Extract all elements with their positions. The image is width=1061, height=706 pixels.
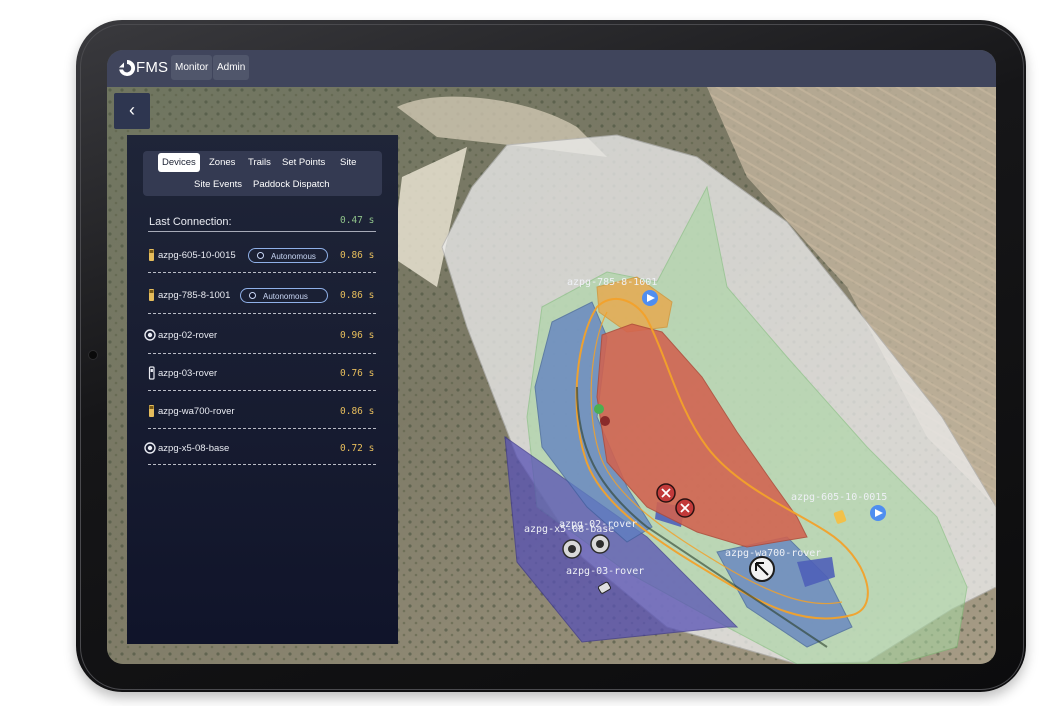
map-label-wa700: azpg-wa700-rover (725, 548, 821, 559)
top-nav-bar: FMS Monitor Admin (107, 50, 996, 87)
device-name: azpg-785-8-1001 (158, 290, 231, 301)
tab-site-events[interactable]: Site Events (194, 175, 242, 194)
device-name: azpg-605-10-0015 (158, 250, 236, 261)
device-row-785-8-1001[interactable]: azpg-785-8-1001 Autonomous 0.86 s (127, 278, 398, 316)
truck-icon (149, 289, 154, 301)
devices-panel: Devices Zones Trails Set Points Site Sit… (127, 135, 398, 644)
row-divider (148, 428, 376, 429)
map-label-rover2: azpg-02-rover (559, 519, 637, 530)
row-divider (148, 464, 376, 465)
device-latency: 0.86 s (340, 290, 375, 301)
autonomous-badge[interactable]: Autonomous (240, 288, 328, 303)
row-divider (148, 272, 376, 273)
device-name: azpg-03-rover (158, 368, 218, 379)
nav-monitor-button[interactable]: Monitor (171, 55, 213, 80)
autonomous-status-icon (257, 252, 264, 259)
device-name: azpg-02-rover (158, 330, 218, 341)
panel-tabs: Devices Zones Trails Set Points Site Sit… (143, 151, 382, 196)
device-name: azpg-wa700-rover (158, 406, 235, 417)
badge-label: Autonomous (271, 252, 316, 261)
row-divider (148, 353, 376, 354)
nav-admin-button[interactable]: Admin (213, 55, 250, 80)
app-screen: azpg-785-8-1001 azpg-605-10-0015 azpg-wa… (107, 50, 996, 664)
stop-marker-2[interactable] (675, 498, 695, 518)
device-latency: 0.86 s (340, 250, 375, 261)
camera-dot (88, 350, 98, 360)
device-row-02-rover[interactable]: azpg-02-rover 0.96 s (127, 318, 398, 356)
map-label-truck-b: azpg-605-10-0015 (791, 492, 887, 503)
badge-label: Autonomous (263, 292, 308, 301)
navigation-arrow-icon[interactable] (749, 556, 775, 582)
truck-icon (149, 249, 154, 261)
tab-paddock-dispatch[interactable]: Paddock Dispatch (253, 175, 330, 194)
row-divider (148, 390, 376, 391)
last-connection-label: Last Connection: (149, 216, 232, 228)
divider (148, 231, 376, 232)
map-label-truck-a: azpg-785-8-1001 (567, 277, 657, 288)
brand-name: FMS (136, 59, 169, 76)
row-divider (148, 313, 376, 314)
autonomous-status-icon (249, 292, 256, 299)
device-latency: 0.86 s (340, 406, 375, 417)
handheld-icon (148, 366, 155, 380)
tab-site[interactable]: Site (340, 153, 356, 172)
map-label-rover3: azpg-03-rover (566, 566, 644, 577)
rover-icon (144, 442, 156, 454)
device-name: azpg-x5-08-base (158, 443, 230, 454)
device-row-03-rover[interactable]: azpg-03-rover 0.76 s (127, 356, 398, 394)
rover-marker-02[interactable] (590, 534, 610, 554)
last-connection-value: 0.47 s (340, 215, 375, 226)
device-row-wa700-rover[interactable]: azpg-wa700-rover 0.86 s (127, 394, 398, 432)
autonomous-badge[interactable]: Autonomous (248, 248, 328, 263)
rover-marker-base[interactable] (562, 539, 582, 559)
collapse-panel-button[interactable]: ‹ (114, 93, 150, 129)
rover-icon (144, 329, 156, 341)
device-row-x5-08-base[interactable]: azpg-x5-08-base 0.72 s (127, 431, 398, 469)
stop-marker-1[interactable] (656, 483, 676, 503)
tab-zones[interactable]: Zones (209, 153, 235, 172)
device-latency: 0.76 s (340, 368, 375, 379)
device-row-605-10-0015[interactable]: azpg-605-10-0015 Autonomous 0.86 s (127, 238, 398, 276)
tab-trails[interactable]: Trails (248, 153, 271, 172)
device-latency: 0.96 s (340, 330, 375, 341)
tab-set-points[interactable]: Set Points (282, 153, 325, 172)
tab-devices[interactable]: Devices (158, 153, 200, 172)
truck-icon (149, 405, 154, 417)
device-latency: 0.72 s (340, 443, 375, 454)
chevron-left-icon: ‹ (129, 100, 135, 120)
